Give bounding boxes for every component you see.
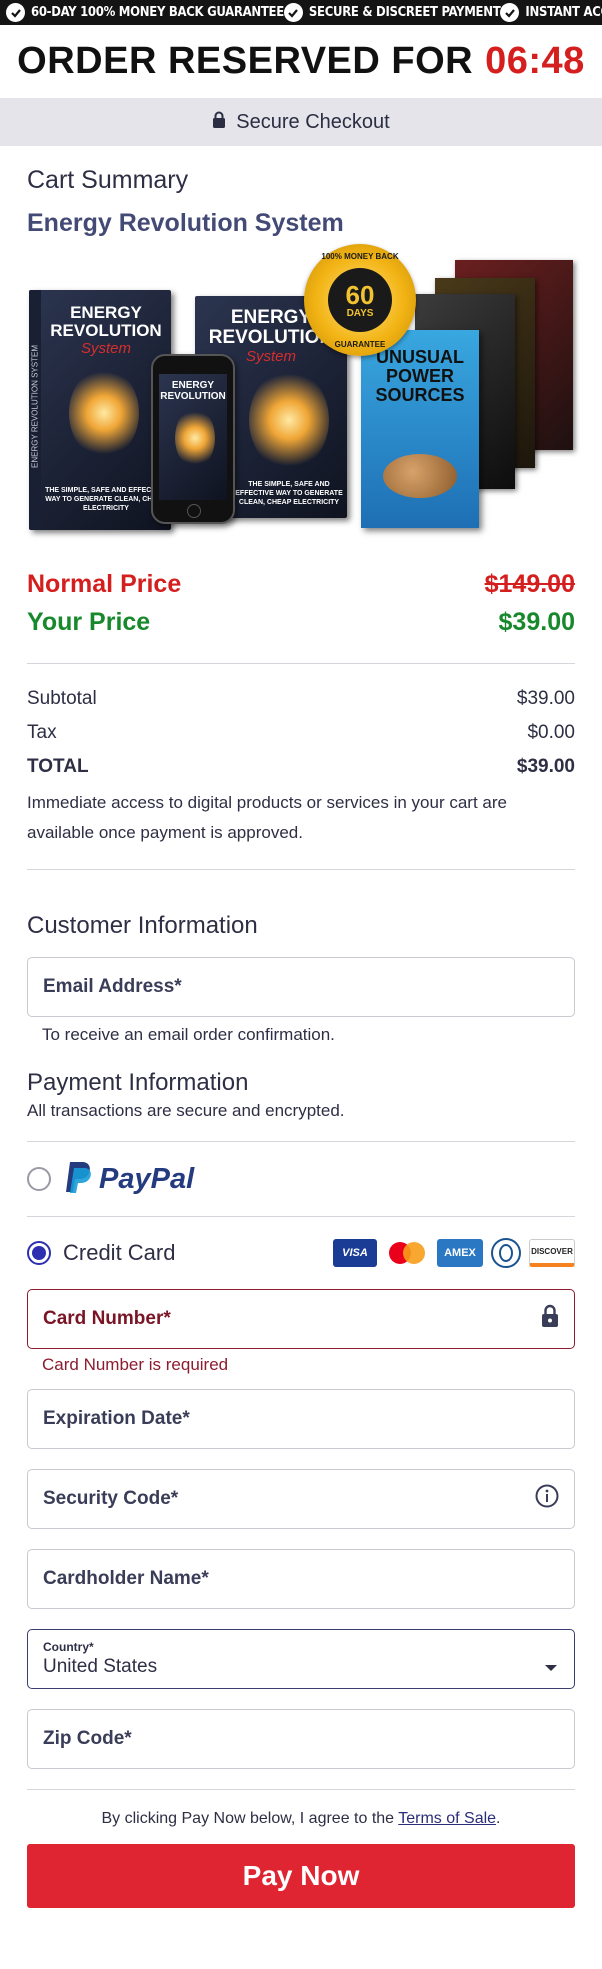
pay-now-button[interactable]: Pay Now [27, 1844, 575, 1908]
phone-mockup: ENERGY REVOLUTION [151, 354, 235, 524]
diners-icon [491, 1238, 521, 1268]
tax-row: Tax $0.00 [27, 722, 575, 744]
your-price-value: $39.00 [498, 608, 575, 636]
terms-of-sale-link[interactable]: Terms of Sale [398, 1810, 496, 1827]
email-hint: To receive an email order confirmation. [42, 1025, 335, 1044]
card-number-field[interactable]: Card Number* [27, 1289, 575, 1349]
zip-placeholder: Zip Code* [43, 1728, 132, 1749]
cardholder-name-field[interactable]: Cardholder Name* [27, 1549, 575, 1609]
ebook-tagline: THE SIMPLE, SAFE AND EFFECTIVE WAY TO GE… [235, 481, 343, 506]
checkmark-icon [283, 3, 303, 22]
mastercard-icon [385, 1239, 429, 1267]
checkmark-icon [500, 3, 520, 22]
timer-label: ORDER RESERVED FOR [17, 40, 474, 82]
lock-icon [541, 1304, 559, 1334]
terms-agreement: By clicking Pay Now below, I agree to th… [27, 1810, 575, 1828]
paypal-option[interactable]: PayPal [27, 1142, 575, 1216]
badge-top-text: 100% MONEY BACK [321, 252, 399, 261]
badge-days: DAYS [346, 307, 374, 319]
country-label: Country* [43, 1640, 94, 1654]
card-logos: VISA AMEX DISCOVER [333, 1238, 575, 1268]
badge-bottom-text: GUARANTEE [334, 340, 386, 349]
credit-card-label: Credit Card [63, 1240, 176, 1265]
tax-label: Tax [27, 722, 57, 743]
terms-suffix: . [496, 1810, 501, 1827]
product-image: ENERGY REVOLUTION SYSTEM ENERGY REVOLUTI… [27, 244, 575, 560]
bonus-book-title: UNUSUAL POWER SOURCES [375, 347, 465, 405]
badge-number: 60 [345, 279, 375, 310]
your-price-label: Your Price [27, 608, 151, 636]
normal-price-value: $149.00 [484, 570, 575, 598]
security-code-placeholder: Security Code* [43, 1488, 179, 1509]
pay-now-label: Pay Now [242, 1860, 360, 1891]
cardholder-placeholder: Cardholder Name* [43, 1568, 209, 1589]
ebook-tagline: THE SIMPLE, SAFE AND EFFECTIVE WAY TO GE… [45, 487, 167, 512]
product-name: Energy Revolution System [27, 209, 344, 237]
ebook-cover-left: ENERGY REVOLUTION SYSTEM ENERGY REVOLUTI… [29, 290, 171, 530]
tax-value: $0.00 [527, 722, 575, 743]
credit-card-option[interactable]: Credit Card VISA AMEX DISCOVER [27, 1217, 575, 1289]
email-field[interactable]: Email Address* [27, 957, 575, 1017]
guarantee-item: 60-DAY 100% MONEY BACK GUARANTEE [6, 3, 284, 22]
cart-summary-heading: Cart Summary [27, 166, 189, 194]
instant-access-text: INSTANT ACCESS [525, 5, 602, 20]
discover-icon: DISCOVER [529, 1239, 575, 1267]
access-note: Immediate access to digital products or … [27, 793, 507, 842]
normal-price-row: Normal Price $149.00 [27, 570, 575, 599]
subtotal-row: Subtotal $39.00 [27, 688, 575, 710]
checkmark-icon [6, 3, 25, 22]
security-code-field[interactable]: Security Code* [27, 1469, 575, 1529]
secure-checkout-bar: Secure Checkout [0, 98, 602, 146]
info-icon[interactable] [535, 1484, 559, 1514]
your-price-row: Your Price $39.00 [27, 608, 575, 637]
expiration-date-field[interactable]: Expiration Date* [27, 1389, 575, 1449]
secure-payment-item: SECURE & DISCREET PAYMENT [283, 3, 501, 22]
order-timer: ORDER RESERVED FOR 06:48 [0, 25, 602, 98]
lock-icon [212, 111, 226, 134]
total-label: TOTAL [27, 756, 89, 777]
card-number-error: Card Number is required [42, 1355, 229, 1374]
paypal-logo-icon [63, 1160, 93, 1199]
guarantee-text: 60-DAY 100% MONEY BACK GUARANTEE [31, 5, 284, 20]
ebook-title: ENERGY REVOLUTION [160, 380, 226, 402]
email-placeholder: Email Address* [43, 976, 182, 997]
guarantee-badge: 60 DAYS 100% MONEY BACK GUARANTEE [304, 244, 416, 356]
country-value: United States [43, 1656, 158, 1677]
amex-icon: AMEX [437, 1239, 483, 1267]
divider [27, 663, 575, 664]
ebook-spine-text: ENERGY REVOLUTION SYSTEM [30, 345, 40, 468]
card-number-placeholder: Card Number* [43, 1308, 171, 1329]
secure-payment-text: SECURE & DISCREET PAYMENT [308, 5, 501, 20]
subtotal-value: $39.00 [516, 688, 575, 709]
terms-prefix: By clicking Pay Now below, I agree to th… [101, 1810, 399, 1827]
divider [27, 869, 575, 870]
customer-info-heading: Customer Information [27, 912, 258, 939]
credit-card-radio[interactable] [27, 1241, 51, 1265]
guarantee-bar: 60-DAY 100% MONEY BACK GUARANTEE SECURE … [0, 0, 602, 25]
bonus-book-power: UNUSUAL POWER SOURCES [361, 330, 479, 528]
normal-price-label: Normal Price [27, 570, 182, 598]
total-value: $39.00 [516, 756, 575, 777]
zip-code-field[interactable]: Zip Code* [27, 1709, 575, 1769]
subtotal-label: Subtotal [27, 688, 97, 709]
total-row: TOTAL $39.00 [27, 756, 575, 778]
ebook-title-script: System [80, 340, 131, 357]
chevron-down-icon [544, 1656, 558, 1678]
divider [27, 1789, 575, 1790]
secure-checkout-label: Secure Checkout [236, 110, 390, 133]
ebook-title: ENERGY REVOLUTION [50, 303, 162, 340]
payment-subheading: All transactions are secure and encrypte… [27, 1101, 345, 1120]
paypal-label: PayPal [99, 1162, 195, 1195]
visa-icon: VISA [333, 1239, 377, 1267]
paypal-radio[interactable] [27, 1167, 51, 1191]
timer-countdown: 06:48 [485, 40, 585, 82]
expiration-placeholder: Expiration Date* [43, 1408, 190, 1429]
instant-access-item: INSTANT ACCESS [500, 3, 602, 22]
payment-info-heading: Payment Information [27, 1069, 249, 1096]
country-select[interactable]: Country* United States [27, 1629, 575, 1689]
